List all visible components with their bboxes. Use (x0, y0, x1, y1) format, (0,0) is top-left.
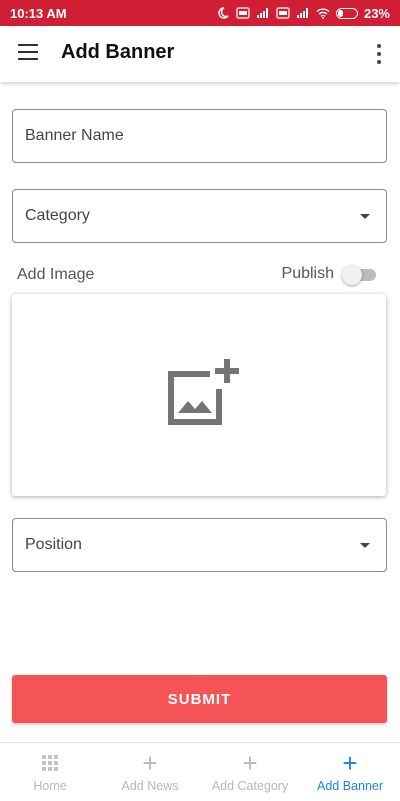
publish-control: Publish (281, 264, 376, 285)
banner-name-field[interactable]: Banner Name (12, 109, 387, 163)
hamburger-menu-icon[interactable] (18, 44, 38, 60)
volte-icon (276, 7, 290, 19)
toggle-thumb (342, 265, 362, 285)
nav-label-add-news: Add News (121, 779, 179, 793)
publish-label: Publish (281, 265, 334, 282)
grid-icon (42, 755, 58, 771)
battery-percent: 23% (363, 5, 390, 21)
add-photo-icon[interactable] (164, 357, 240, 433)
dropdown-arrow-icon (360, 213, 370, 219)
nav-item-add-banner[interactable]: + Add Banner (300, 743, 400, 801)
plus-icon: + (242, 748, 258, 778)
image-picker[interactable] (12, 294, 386, 496)
status-icons: 23% (216, 6, 390, 21)
submit-button[interactable]: SUBMIT (12, 675, 387, 723)
nav-item-add-category[interactable]: + Add Category (200, 743, 300, 801)
wifi-icon (316, 8, 330, 19)
status-bar: 10:13 AM 23% (0, 0, 400, 26)
signal-icon (296, 8, 308, 18)
nav-item-home[interactable]: Home (0, 743, 100, 801)
add-image-label: Add Image (17, 266, 95, 283)
battery-icon (335, 7, 358, 19)
banner-name-placeholder: Banner Name (25, 127, 124, 144)
more-vertical-icon[interactable] (376, 44, 382, 64)
signal-icon (256, 8, 268, 18)
category-dropdown[interactable]: Category (12, 189, 387, 243)
nav-label-add-category: Add Category (211, 779, 289, 793)
publish-toggle[interactable] (342, 264, 376, 285)
position-label: Position (25, 536, 82, 553)
plus-icon: + (142, 748, 158, 778)
position-dropdown[interactable]: Position (12, 518, 387, 572)
app-bar: Add Banner (0, 26, 400, 82)
nav-label-add-banner: Add Banner (316, 779, 384, 793)
nav-label-home: Home (33, 779, 67, 793)
plus-icon: + (342, 748, 358, 778)
dropdown-arrow-icon (360, 542, 370, 548)
page-title: Add Banner (61, 41, 175, 63)
category-label: Category (25, 207, 90, 224)
status-time: 10:13 AM (10, 5, 67, 21)
nav-item-add-news[interactable]: + Add News (100, 743, 200, 801)
bottom-nav: Home + Add News + Add Category + Add Ban… (0, 742, 400, 801)
volte-icon (236, 7, 250, 19)
moon-icon (218, 7, 229, 19)
